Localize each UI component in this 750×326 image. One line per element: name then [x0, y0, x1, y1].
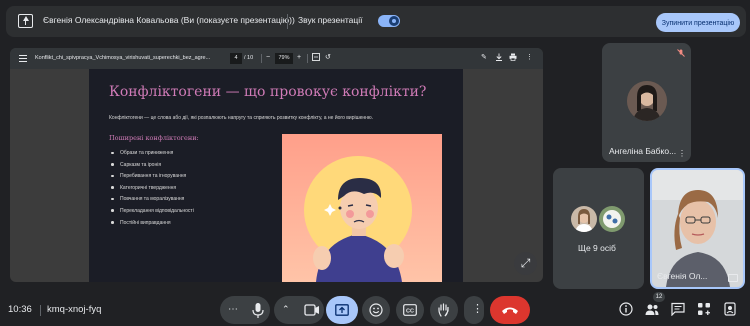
stop-presenting-button[interactable]: Зупинити презентацію [656, 13, 740, 32]
captions-button[interactable]: CC [396, 296, 424, 324]
end-call-button[interactable] [490, 296, 530, 324]
chevron-up-icon[interactable]: ⌃ [282, 304, 290, 314]
more-vert-icon: ⋮ [472, 303, 483, 315]
info-icon[interactable] [619, 302, 633, 316]
fit-page-icon[interactable] [312, 53, 320, 65]
avatar [599, 206, 625, 232]
slide-title: Конфліктогени — що провокує конфлікти? [109, 84, 427, 100]
more-options-icon[interactable]: ⋮ [526, 53, 533, 63]
divider [40, 305, 41, 316]
emoji-button[interactable] [362, 296, 390, 324]
people-icon[interactable] [645, 302, 659, 316]
expand-icon[interactable]: ⤢ [514, 252, 537, 275]
presenting-label: Євгенія Олександрівна Ковальова (Ви (пок… [43, 15, 295, 25]
download-icon[interactable] [495, 53, 503, 65]
pdf-filename: Konflikt_chi_spivpracya_Vchimosya_virish… [35, 55, 211, 61]
participant-tile-self[interactable]: Євгенія Ол... [650, 168, 745, 289]
emoji-icon [369, 303, 383, 317]
raise-hand-icon [438, 303, 449, 317]
pdf-page-total: / 10 [244, 55, 254, 61]
present-to-all-icon [335, 304, 349, 316]
annotate-pen-icon[interactable]: ✎ [481, 53, 487, 63]
toolbar-separator [307, 54, 308, 63]
clock: 10:36 [8, 304, 32, 315]
participant-name: Євгенія Ол... [657, 271, 708, 281]
more-options-icon[interactable]: ⋮ [678, 149, 686, 158]
end-call-icon [502, 307, 518, 314]
camera-button[interactable] [300, 296, 324, 324]
zoom-out-icon[interactable]: − [266, 53, 270, 63]
meeting-code: kmq-xnoj-fyq [47, 304, 102, 315]
presentation-sound-toggle[interactable] [378, 15, 400, 27]
presentation-sound-label: Звук презентації [298, 15, 363, 25]
list-item: Повчання та моралізування [111, 196, 194, 208]
list-item: Сарказм та іронія [111, 162, 194, 174]
pdf-slide: Конфліктогени — що провокує конфлікти? К… [89, 69, 463, 282]
participant-name: Ангеліна Бабко... [609, 146, 677, 156]
avatar [571, 206, 597, 232]
slide-subtitle: Поширені конфліктогени: [109, 134, 199, 142]
host-controls-icon[interactable] [723, 302, 737, 316]
present-screen-icon [18, 14, 33, 28]
slide-intro: Конфліктогени — це слова або дії, які ро… [109, 115, 374, 121]
camera-icon [304, 304, 319, 316]
menu-icon[interactable] [19, 55, 27, 62]
zoom-in-icon[interactable]: + [297, 53, 301, 63]
participant-tile-others[interactable]: Ще 9 осіб [553, 168, 644, 289]
others-count-label: Ще 9 осіб [578, 243, 616, 253]
toggle-knob [389, 16, 399, 26]
svg-text:CC: CC [406, 308, 414, 314]
pdf-page-input[interactable]: 4 [230, 53, 242, 64]
microphone-button[interactable] [246, 296, 270, 324]
microphone-icon [252, 303, 264, 318]
participant-tile-angelina[interactable]: Ангеліна Бабко... ⋮ [602, 43, 691, 162]
conflictogens-list: Образи та приниження Сарказм та іронія П… [111, 150, 194, 231]
closed-captions-icon: CC [403, 304, 417, 316]
participant-count-badge: 12 [653, 292, 665, 302]
raise-hand-button[interactable] [430, 296, 458, 324]
list-item: Постійні виправдання [111, 220, 194, 232]
presentation-tile: Konflikt_chi_spivpracya_Vchimosya_virish… [10, 48, 543, 282]
present-button[interactable] [326, 296, 358, 324]
pdf-toolbar: Konflikt_chi_spivpracya_Vchimosya_virish… [10, 48, 543, 69]
avatar [627, 81, 667, 121]
divider [287, 14, 288, 29]
camera-control-group: ⌃ [274, 296, 324, 324]
mic-control-group: ⋯ [220, 296, 270, 324]
more-audio-options-icon[interactable]: ⋯ [228, 305, 238, 315]
chat-icon[interactable] [671, 302, 685, 316]
presenting-bar: Євгенія Олександрівна Ковальова (Ви (пок… [6, 6, 746, 37]
more-options-button[interactable]: ⋮ [464, 296, 484, 324]
self-video [652, 170, 743, 287]
list-item: Перекладання відповідальності [111, 208, 194, 220]
toolbar-separator [261, 54, 262, 63]
pin-icon[interactable] [728, 274, 738, 282]
list-item: Образи та приниження [111, 150, 194, 162]
activities-icon[interactable] [697, 302, 711, 316]
pdf-zoom-input[interactable]: 79% [275, 53, 293, 64]
frustrated-man-illustration [282, 134, 442, 282]
print-icon[interactable] [509, 53, 517, 65]
list-item: Категоричні твердження [111, 185, 194, 197]
muted-mic-icon [675, 47, 687, 59]
list-item: Перебивання та ігнорування [111, 173, 194, 185]
rotate-icon[interactable]: ↺ [325, 53, 331, 63]
